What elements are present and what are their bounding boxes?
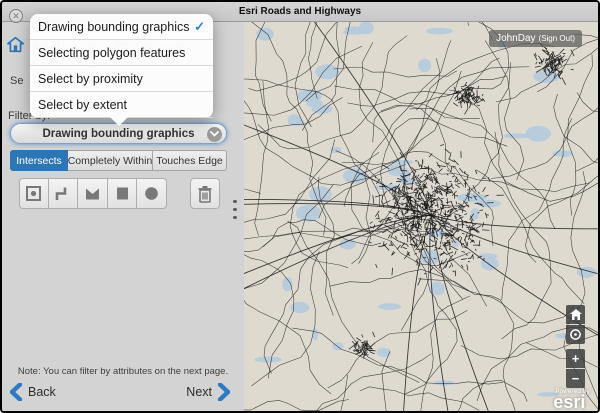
- next-button[interactable]: Next: [186, 383, 231, 401]
- method-select-value: Drawing bounding graphics: [42, 128, 194, 140]
- next-chevron-icon: [217, 383, 231, 401]
- menu-item-drawing-bounding-graphics[interactable]: Drawing bounding graphics ✓: [30, 14, 213, 40]
- spatial-relation-tabs: Intersects Completely Within Touches Edg…: [10, 150, 227, 171]
- method-select[interactable]: Drawing bounding graphics: [10, 123, 227, 144]
- map-locate-button[interactable]: [566, 325, 585, 344]
- close-icon: ✕: [12, 12, 20, 21]
- minus-icon: −: [572, 372, 580, 385]
- draw-rectangle-button[interactable]: [108, 178, 138, 209]
- menu-pointer-arrow: [110, 117, 128, 126]
- user-name: JohnDay: [496, 33, 535, 44]
- back-label: Back: [28, 385, 56, 399]
- tab-completely-within[interactable]: Completely Within: [68, 150, 153, 171]
- locate-icon: [569, 328, 582, 341]
- draw-rectangle-icon: [114, 185, 131, 202]
- next-label: Next: [186, 385, 212, 399]
- trash-icon: [197, 185, 213, 203]
- menu-item-select-by-extent[interactable]: Select by extent: [30, 92, 213, 118]
- back-button[interactable]: Back: [9, 383, 56, 401]
- menu-item-selecting-polygon-features[interactable]: Selecting polygon features: [30, 40, 213, 66]
- draw-tools-group: [19, 178, 167, 209]
- draw-polyline-icon: [54, 185, 71, 202]
- note-text: Note: You can filter by attributes on th…: [2, 366, 244, 377]
- map-canvas: [244, 22, 598, 411]
- back-chevron-icon: [9, 383, 23, 401]
- close-button[interactable]: ✕: [9, 9, 23, 23]
- widget-home-icon: [7, 36, 24, 53]
- esri-brand: esri: [553, 395, 590, 410]
- zoom-in-button[interactable]: +: [566, 349, 585, 368]
- tab-intersects[interactable]: Intersects: [10, 150, 68, 171]
- clear-graphics-button[interactable]: [190, 178, 220, 209]
- check-icon: ✓: [194, 19, 205, 35]
- user-badge: JohnDay (Sign Out): [489, 30, 582, 47]
- map-home-button[interactable]: [566, 305, 585, 324]
- draw-point-button[interactable]: [19, 178, 49, 209]
- map-controls: + −: [566, 305, 585, 389]
- select-method-label-fragment: Se: [10, 75, 23, 87]
- esri-logo: Powered by esri: [553, 389, 590, 410]
- draw-point-icon: [25, 185, 42, 202]
- draw-polyline-button[interactable]: [49, 178, 79, 209]
- sign-out-link[interactable]: (Sign Out): [539, 34, 575, 43]
- plus-icon: +: [572, 352, 580, 365]
- zoom-out-button[interactable]: −: [566, 369, 585, 388]
- map-home-icon: [570, 309, 582, 320]
- app-title: Esri Roads and Highways: [239, 6, 361, 17]
- selection-method-menu: Drawing bounding graphics ✓ Selecting po…: [30, 14, 213, 118]
- map-area[interactable]: JohnDay (Sign Out) + − Powe: [244, 22, 598, 411]
- draw-polygon-icon: [84, 185, 101, 202]
- window-frame: Esri Roads and Highways ✕ Mileage Report…: [0, 0, 600, 413]
- tab-touches-edge[interactable]: Touches Edge: [153, 150, 227, 171]
- panel-drag-handle[interactable]: [231, 195, 239, 224]
- menu-item-select-by-proximity[interactable]: Select by proximity: [30, 66, 213, 92]
- chevron-down-icon: [207, 127, 222, 142]
- draw-circle-icon: [143, 185, 160, 202]
- draw-circle-button[interactable]: [137, 178, 167, 209]
- draw-polygon-button[interactable]: [78, 178, 108, 209]
